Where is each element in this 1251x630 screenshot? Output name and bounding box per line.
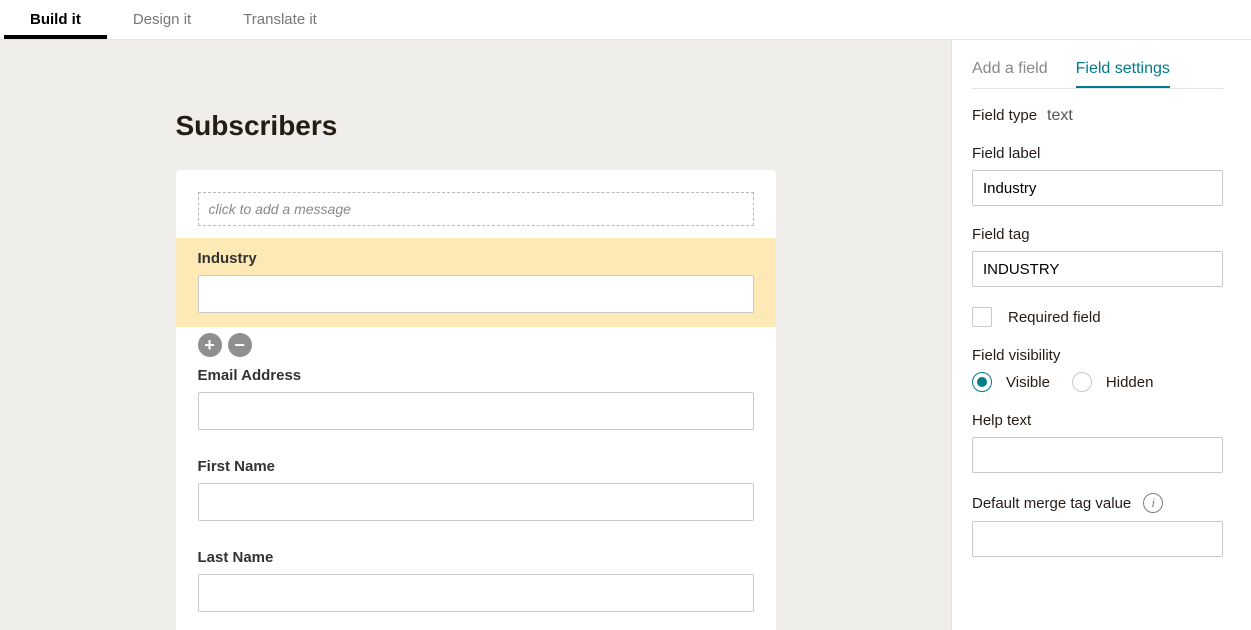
field-first-name[interactable]: First Name xyxy=(198,448,754,539)
required-row: Required field xyxy=(972,307,1223,327)
field-email[interactable]: Email Address xyxy=(198,357,754,448)
page-title: Subscribers xyxy=(176,110,776,142)
radio-hidden-label: Hidden xyxy=(1106,374,1154,391)
field-last-name[interactable]: Last Name xyxy=(198,539,754,630)
form-card: click to add a message Industry + − Emai… xyxy=(176,170,776,630)
tab-build[interactable]: Build it xyxy=(4,0,107,39)
default-merge-row: Default merge tag value i xyxy=(972,493,1223,557)
field-type-value: text xyxy=(1047,107,1073,125)
field-type-row: Field type text xyxy=(972,107,1223,125)
field-label-first: First Name xyxy=(198,458,754,475)
tab-translate[interactable]: Translate it xyxy=(217,0,343,39)
radio-visible-label: Visible xyxy=(1006,374,1050,391)
add-field-button[interactable]: + xyxy=(198,333,222,357)
field-industry[interactable]: Industry xyxy=(176,238,776,327)
tab-design[interactable]: Design it xyxy=(107,0,217,39)
help-text-label: Help text xyxy=(972,412,1223,429)
field-label-last: Last Name xyxy=(198,549,754,566)
form-canvas: Subscribers click to add a message Indus… xyxy=(0,40,951,630)
canvas-inner: Subscribers click to add a message Indus… xyxy=(176,110,776,630)
field-label-email: Email Address xyxy=(198,367,754,384)
field-label-input[interactable] xyxy=(972,170,1223,206)
help-text-row: Help text xyxy=(972,412,1223,473)
field-label-label: Field label xyxy=(972,145,1223,162)
visibility-row: Field visibility Visible Hidden xyxy=(972,347,1223,392)
info-icon[interactable]: i xyxy=(1143,493,1163,513)
plus-icon: + xyxy=(204,336,215,354)
radio-visible[interactable] xyxy=(972,372,992,392)
app-root: Build it Design it Translate it Subscrib… xyxy=(0,0,1251,616)
field-actions: + − xyxy=(198,327,754,357)
minus-icon: − xyxy=(234,336,245,354)
main-split: Subscribers click to add a message Indus… xyxy=(0,40,1251,630)
required-label: Required field xyxy=(1008,309,1101,326)
required-checkbox[interactable] xyxy=(972,307,992,327)
field-tag-row: Field tag xyxy=(972,226,1223,287)
field-input-last[interactable] xyxy=(198,574,754,612)
settings-panel: Add a field Field settings Field type te… xyxy=(951,40,1251,630)
field-input-email[interactable] xyxy=(198,392,754,430)
field-input-first[interactable] xyxy=(198,483,754,521)
builder-tabs: Build it Design it Translate it xyxy=(0,0,1251,40)
field-tag-input[interactable] xyxy=(972,251,1223,287)
help-text-input[interactable] xyxy=(972,437,1223,473)
field-tag-label: Field tag xyxy=(972,226,1223,243)
remove-field-button[interactable]: − xyxy=(228,333,252,357)
panel-tab-field-settings[interactable]: Field settings xyxy=(1076,60,1170,88)
panel-tab-add-field[interactable]: Add a field xyxy=(972,60,1048,88)
field-type-label: Field type xyxy=(972,107,1037,124)
panel-tabs: Add a field Field settings xyxy=(972,60,1223,89)
radio-hidden[interactable] xyxy=(1072,372,1092,392)
visibility-options: Visible Hidden xyxy=(972,372,1223,392)
default-merge-label: Default merge tag value xyxy=(972,495,1131,512)
default-merge-input[interactable] xyxy=(972,521,1223,557)
visibility-label: Field visibility xyxy=(972,347,1223,364)
field-label-row: Field label xyxy=(972,145,1223,206)
default-merge-label-wrap: Default merge tag value i xyxy=(972,493,1223,513)
field-input-industry[interactable] xyxy=(198,275,754,313)
add-message-placeholder[interactable]: click to add a message xyxy=(198,192,754,226)
field-label-industry: Industry xyxy=(198,250,754,267)
